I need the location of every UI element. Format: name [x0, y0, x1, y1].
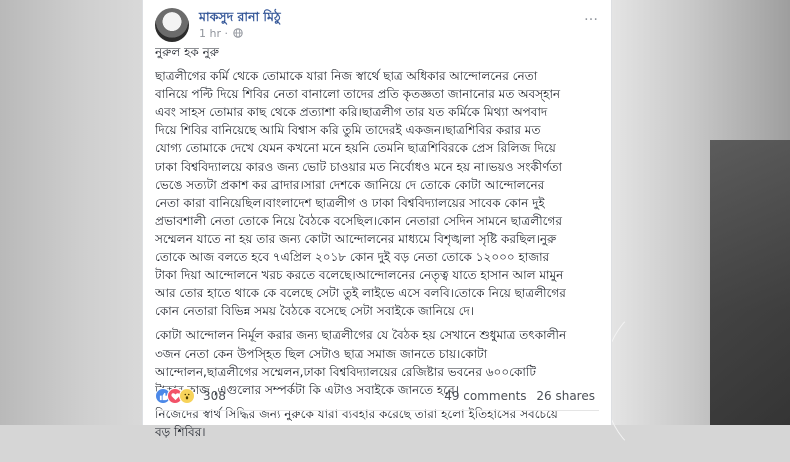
post-text-line: সম্মেলন যাতে না হয় তার জন্য কোটা আন্দোল… [155, 231, 557, 246]
post-text-line: নেতা কারা বানিয়েছিল।বাংলাদেশ ছাত্রলীগ ও… [155, 195, 545, 210]
author-name[interactable]: মাকসুদ রানা মিঠু [199, 9, 281, 29]
post-text-line: এবং সাহস তোমার কাছ থেকে প্রত্যাশা করি।ছা… [155, 105, 548, 120]
post-text-line: তোকে আজ বলতে হবে ৭এপ্রিল ২০১৮ কোন দুই বড… [155, 250, 550, 265]
post-text-line: দিয়ে শিবির বানিয়েছে আমি বিশ্বাস করি তু… [155, 123, 541, 138]
wow-icon [179, 388, 195, 404]
post-text-line: আন্দোলন,ছাত্রলীগের সম্মেলন,ঢাকা বিশ্ববিদ… [155, 364, 536, 379]
post-text-line: ঢাকা বিশ্ববিদ্যালয়ে কারও জন্য ভোট চাওয়… [155, 159, 562, 174]
post-text-line: যোগ্য তোমাকে দেখে যেমন কখনো মনে হয়নি তে… [155, 141, 556, 156]
facebook-post: মাকসুদ রানা মিঠু 1 hr · … নুরুল হক নুরু ছ… [142, 0, 612, 439]
shares-count[interactable]: 26 shares [536, 389, 595, 403]
post-text-line: প্রভাবশালী নেতা তোকে নিয়ে বৈঠকে বসেছিল।… [155, 213, 562, 228]
more-options-icon[interactable]: … [584, 8, 599, 24]
post-text-line: কোটা আন্দোলন নির্মূল করার জন্য ছাত্রলীগে… [155, 328, 567, 343]
post-text-line: ছাত্রলীগের কর্মি থেকে তোমাকে যারা নিজ স্… [155, 69, 538, 84]
reaction-icons[interactable] [155, 388, 195, 404]
post-meta: 1 hr · [199, 27, 244, 41]
post-text-line: টাকা দিয়া আন্দোলনে খরচ করতে বলেছে।আন্দো… [155, 268, 564, 283]
post-time[interactable]: 1 hr · [199, 27, 228, 40]
post-footer: 308 49 comments 26 shares [155, 386, 599, 406]
reaction-count[interactable]: 308 [203, 389, 226, 403]
post-body: নুরুল হক নুরু ছাত্রলীগের কর্মি থেকে তোমাক… [155, 43, 605, 441]
avatar[interactable] [155, 8, 189, 42]
post-stats: 49 comments 26 shares [438, 389, 595, 403]
post-text-line: কোন নেতারা বিভিন্ন সময় বৈঠকে বসেছে সেটা… [155, 304, 475, 319]
background-left [0, 0, 142, 425]
post-text-line: নিজেদের স্বার্থ সিদ্ধির জন্য নুরুকে যারা… [155, 406, 558, 421]
post-header: মাকসুদ রানা মিঠু 1 hr · … [155, 8, 601, 42]
comments-count[interactable]: 49 comments [444, 389, 526, 403]
post-text-line: বানিয়ে পল্টি দিয়ে শিবির নেতা বানালো তা… [155, 87, 561, 102]
post-text-line: ৩জন নেতা কেন উপস্হিত ছিল সেটাও ছাত্র সমা… [155, 346, 488, 361]
globe-icon [233, 28, 244, 41]
post-text-line: ভেঙে সত্যটা প্রকাশ কর ব্রাদার।সারা দেশকে… [155, 177, 545, 192]
post-text-line: আর তোর হাতে থাকে কে বলেছে সেটা তুই লাইভে… [155, 286, 566, 301]
background-right [603, 0, 790, 462]
background-curve [603, 300, 735, 462]
footer-divider [155, 410, 599, 411]
post-text-line: বড় শিবির। [155, 424, 206, 439]
post-text-line: নুরুল হক নুরু [155, 45, 220, 59]
